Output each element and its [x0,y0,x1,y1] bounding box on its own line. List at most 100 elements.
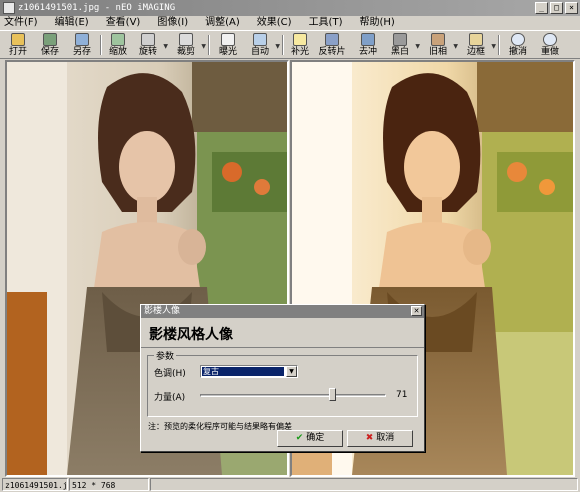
open-icon [11,33,25,46]
menu-edit[interactable]: 编辑(E) [55,16,89,30]
toolbar-separator [100,35,102,55]
border-dropdown-arrow[interactable]: ▼ [491,42,496,52]
ok-label: 确定 [306,433,325,443]
maximize-button[interactable]: □ [550,2,563,14]
preview-note: 注：预览的柔化程序可能与结果略有偏差 [148,422,292,431]
black-white-label: 黑白 [390,47,409,57]
exposure-icon [221,33,235,46]
old-photo-dropdown-arrow[interactable]: ▼ [453,42,458,52]
old-photo-icon [431,33,445,46]
rotate-icon [141,33,155,46]
crop-label: 裁剪 [176,47,195,57]
old-photo-label: 旧相 [428,47,447,57]
black-white-icon [393,33,407,46]
sharpen-button[interactable]: 去冲 [356,32,380,58]
fill-light-icon [293,33,307,46]
invert-label: 反转片 [318,47,346,57]
menu-help[interactable]: 帮助(H) [359,16,394,30]
status-dimensions: 512 * 768 [69,478,149,491]
dialog-title-bar: 影楼人像 [141,305,424,318]
auto-label: 自动 [250,47,269,57]
crop-button[interactable]: 裁剪 ▼ [174,32,206,58]
cancel-button[interactable]: ✖ 取消 [347,430,413,447]
fill-light-button[interactable]: 补光 [288,32,312,58]
old-photo-button[interactable]: 旧相 ▼ [426,32,458,58]
border-icon [469,33,483,46]
strength-slider-thumb[interactable] [329,388,337,401]
window-title: z1061491501.jpg - nEO iMAGING [18,3,176,13]
auto-dropdown-arrow[interactable]: ▼ [275,42,280,52]
status-filename: z1061491501.jpg [2,478,68,491]
auto-icon [253,33,267,46]
status-bar: z1061491501.jpg 512 * 768 [0,477,580,492]
parameters-group-label: 参数 [154,349,177,362]
minimize-button[interactable]: _ [535,2,548,14]
dialog-heading: 影楼风格人像 [149,327,233,343]
border-button[interactable]: 边框 ▼ [464,32,496,58]
close-x-icon[interactable]: ✕ [411,306,422,316]
save-as-icon [75,33,89,46]
menu-view[interactable]: 查看(V) [106,16,141,30]
toolbar-separator [498,35,500,55]
save-as-button[interactable]: 另存 [70,32,94,58]
menu-effects[interactable]: 效果(C) [257,16,292,30]
menu-file[interactable]: 文件(F) [4,16,38,30]
dialog-header: 影楼风格人像 [141,318,424,348]
resize-button[interactable]: 缩放 [106,32,130,58]
strength-label: 力量(A) [154,393,186,403]
dialog-title: 影楼人像 [144,306,181,316]
rotate-label: 旋转 [138,47,157,57]
window-controls: _ □ × [535,2,578,14]
parameters-group: 参数 色调(H) 复古 ▼ 力量(A) 71 [147,349,418,417]
save-button[interactable]: 保存 [38,32,62,58]
undo-button[interactable]: 撤消 [506,32,530,58]
tone-label: 色调(H) [154,369,186,379]
resize-label: 缩放 [108,47,127,57]
chevron-down-icon[interactable]: ▼ [286,366,297,377]
resize-icon [111,33,125,46]
toolbar-separator [208,35,210,55]
fill-light-label: 补光 [290,47,309,57]
black-white-button[interactable]: 黑白 ▼ [388,32,420,58]
invert-button[interactable]: 反转片 [316,32,348,58]
check-icon: ✔ [295,433,304,443]
toolbar-separator [282,35,284,55]
open-button[interactable]: 打开 [6,32,30,58]
exposure-label: 曝光 [218,47,237,57]
app-icon [3,2,15,14]
toolbar: 打开 保存 另存 缩放 旋转 ▼ 裁剪 ▼ 曝光 自动 ▼ 补光 反转片 去冲 … [0,30,580,59]
crop-icon [179,33,193,46]
sharpen-label: 去冲 [358,47,377,57]
rotate-dropdown-arrow[interactable]: ▼ [163,42,168,52]
close-button[interactable]: × [565,2,578,14]
redo-button[interactable]: 重做 [538,32,562,58]
rotate-button[interactable]: 旋转 ▼ [136,32,168,58]
cancel-x-icon: ✖ [365,433,374,443]
tone-select-value: 复古 [202,367,284,376]
strength-value: 71 [396,390,408,400]
sharpen-icon [361,33,375,46]
studio-portrait-dialog: 影楼人像 ✕ 影楼风格人像 参数 色调(H) 复古 ▼ 力量(A) 71 注：预… [140,304,425,452]
auto-button[interactable]: 自动 ▼ [248,32,280,58]
menu-adjust[interactable]: 调整(A) [205,16,240,30]
save-label: 保存 [40,47,59,57]
menu-tools[interactable]: 工具(T) [309,16,343,30]
undo-label: 撤消 [508,47,527,57]
tone-select[interactable]: 复古 ▼ [200,365,298,378]
invert-icon [325,33,339,46]
menu-bar: 文件(F) 编辑(E) 查看(V) 图像(I) 调整(A) 效果(C) 工具(T… [0,16,580,30]
title-bar: z1061491501.jpg - nEO iMAGING _ □ × [0,0,580,16]
status-empty [150,478,578,491]
exposure-button[interactable]: 曝光 [216,32,240,58]
strength-slider-track[interactable] [200,394,386,397]
menu-image[interactable]: 图像(I) [157,16,188,30]
black-white-dropdown-arrow[interactable]: ▼ [415,42,420,52]
open-label: 打开 [8,47,27,57]
save-icon [43,33,57,46]
redo-label: 重做 [540,47,559,57]
crop-dropdown-arrow[interactable]: ▼ [201,42,206,52]
redo-icon [543,33,557,46]
ok-button[interactable]: ✔ 确定 [277,430,343,447]
undo-icon [511,33,525,46]
border-label: 边框 [466,47,485,57]
